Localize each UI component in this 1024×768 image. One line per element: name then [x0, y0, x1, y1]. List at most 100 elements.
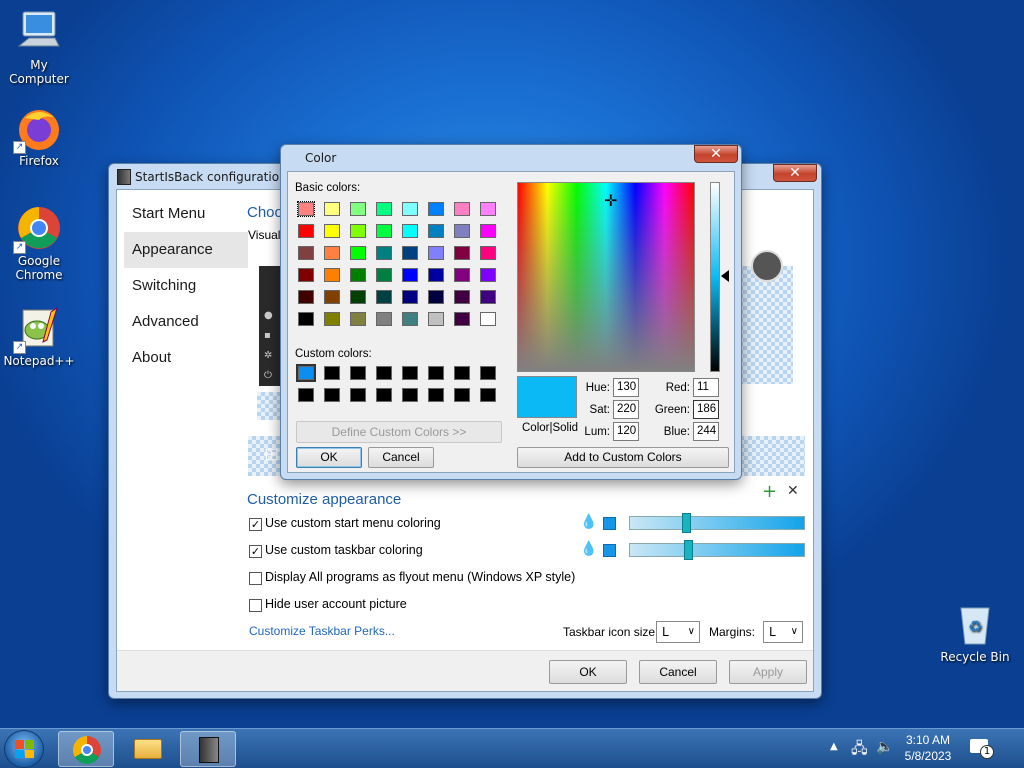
start-button[interactable] — [4, 730, 44, 768]
my-computer-desktop-icon[interactable]: My Computer — [0, 8, 78, 86]
basic-color-swatch[interactable] — [454, 224, 470, 238]
notepadpp-desktop-icon[interactable]: ↗ Notepad++ — [0, 304, 78, 368]
clock[interactable]: 3:10 AM 5/8/2023 — [900, 732, 956, 764]
basic-color-swatch[interactable] — [428, 202, 444, 216]
slider-thumb[interactable] — [682, 513, 691, 533]
basic-color-swatch[interactable] — [454, 268, 470, 282]
basic-color-swatch[interactable] — [376, 268, 392, 282]
close-button[interactable]: ✕ — [694, 145, 738, 163]
basic-color-swatch[interactable] — [428, 224, 444, 238]
sat-input[interactable]: 220 — [613, 400, 639, 419]
basic-color-swatch[interactable] — [480, 246, 496, 260]
basic-color-swatch[interactable] — [402, 268, 418, 282]
custom-color-swatch[interactable] — [454, 366, 470, 380]
close-icon[interactable]: ✕ — [787, 483, 799, 499]
basic-color-swatch[interactable] — [324, 312, 340, 326]
customize-perks-link[interactable]: Customize Taskbar Perks... — [249, 624, 395, 638]
icon-size-select[interactable]: L ∨ — [656, 621, 700, 643]
color-spectrum[interactable]: ✛ — [517, 182, 695, 372]
transparency-drop-icon[interactable]: 💧 — [580, 514, 597, 530]
style-preview-checkered[interactable] — [739, 266, 793, 384]
basic-color-swatch[interactable] — [298, 312, 314, 326]
basic-color-swatch[interactable] — [402, 312, 418, 326]
basic-color-swatch[interactable] — [480, 312, 496, 326]
ok-button[interactable]: OK — [296, 447, 362, 468]
show-hidden-icons-button[interactable]: ▲ — [830, 741, 838, 752]
start-menu-color-swatch[interactable] — [603, 517, 616, 530]
blue-input[interactable]: 244 — [693, 422, 719, 441]
custom-color-swatch[interactable] — [428, 388, 444, 402]
basic-color-swatch[interactable] — [480, 202, 496, 216]
nav-start-menu[interactable]: Start Menu — [124, 196, 248, 232]
chrome-desktop-icon[interactable]: ↗ Google Chrome — [0, 204, 78, 282]
custom-color-swatch[interactable] — [350, 388, 366, 402]
custom-color-swatch[interactable] — [480, 366, 496, 380]
close-button[interactable]: ✕ — [773, 164, 817, 182]
red-input[interactable]: 11 — [693, 378, 719, 397]
basic-color-swatch[interactable] — [324, 224, 340, 238]
start-menu-coloring-checkbox[interactable]: ✓ — [249, 518, 262, 531]
volume-icon[interactable]: 🔈 — [876, 739, 893, 755]
basic-color-swatch[interactable] — [350, 290, 366, 304]
custom-color-swatch[interactable] — [296, 364, 316, 382]
custom-color-swatch[interactable] — [402, 366, 418, 380]
basic-color-swatch[interactable] — [350, 268, 366, 282]
recycle-bin-desktop-icon[interactable]: ♻ Recycle Bin — [936, 600, 1014, 664]
start-menu-opacity-slider[interactable] — [629, 513, 805, 533]
basic-color-swatch[interactable] — [428, 268, 444, 282]
custom-color-swatch[interactable] — [402, 388, 418, 402]
luminance-bar[interactable] — [710, 182, 720, 372]
style-preview-dark[interactable]: ● ▪ ✲ ⏻ — [259, 266, 281, 386]
notification-center-button[interactable]: 1 — [970, 737, 994, 759]
basic-color-swatch[interactable] — [376, 224, 392, 238]
taskbar-startisback-button[interactable] — [180, 731, 236, 767]
taskbar-coloring-checkbox[interactable]: ✓ — [249, 545, 262, 558]
taskbar-color-swatch[interactable] — [603, 544, 616, 557]
custom-color-swatch[interactable] — [324, 388, 340, 402]
firefox-desktop-icon[interactable]: ↗ Firefox — [0, 104, 78, 168]
nav-advanced[interactable]: Advanced — [124, 304, 248, 340]
custom-color-swatch[interactable] — [428, 366, 444, 380]
basic-color-swatch[interactable] — [324, 268, 340, 282]
network-icon[interactable]: 🖧 — [851, 738, 868, 763]
basic-color-swatch[interactable] — [376, 312, 392, 326]
ok-button[interactable]: OK — [549, 660, 627, 684]
basic-color-swatch[interactable] — [298, 246, 314, 260]
basic-color-swatch[interactable] — [428, 312, 444, 326]
basic-color-swatch[interactable] — [376, 202, 392, 216]
basic-color-swatch[interactable] — [428, 290, 444, 304]
custom-color-swatch[interactable] — [350, 366, 366, 380]
hue-input[interactable]: 130 — [613, 378, 639, 397]
transparency-drop-icon[interactable]: 💧 — [580, 541, 597, 557]
margins-select[interactable]: L ∨ — [763, 621, 803, 643]
basic-color-swatch[interactable] — [480, 290, 496, 304]
apply-button[interactable]: Apply — [729, 660, 807, 684]
add-icon[interactable]: + — [762, 481, 777, 502]
custom-color-swatch[interactable] — [376, 388, 392, 402]
custom-color-swatch[interactable] — [376, 366, 392, 380]
taskbar-opacity-slider[interactable] — [629, 540, 805, 560]
cancel-button[interactable]: Cancel — [368, 447, 434, 468]
basic-color-swatch[interactable] — [454, 202, 470, 216]
basic-color-swatch[interactable] — [428, 246, 444, 260]
basic-color-swatch[interactable] — [454, 290, 470, 304]
basic-color-swatch[interactable] — [297, 201, 315, 217]
basic-color-swatch[interactable] — [324, 202, 340, 216]
define-custom-colors-button[interactable]: Define Custom Colors >> — [296, 421, 502, 443]
basic-color-swatch[interactable] — [324, 246, 340, 260]
nav-switching[interactable]: Switching — [124, 268, 248, 304]
custom-color-swatch[interactable] — [480, 388, 496, 402]
basic-color-swatch[interactable] — [298, 224, 314, 238]
add-to-custom-colors-button[interactable]: Add to Custom Colors — [517, 447, 729, 468]
lum-input[interactable]: 120 — [613, 422, 639, 441]
custom-color-swatch[interactable] — [298, 388, 314, 402]
basic-color-swatch[interactable] — [298, 268, 314, 282]
custom-color-swatch[interactable] — [454, 388, 470, 402]
basic-color-swatch[interactable] — [402, 290, 418, 304]
basic-color-swatch[interactable] — [402, 224, 418, 238]
hide-account-picture-checkbox[interactable] — [249, 599, 262, 612]
basic-color-swatch[interactable] — [480, 224, 496, 238]
taskbar-explorer-button[interactable] — [120, 731, 176, 767]
cancel-button[interactable]: Cancel — [639, 660, 717, 684]
basic-color-swatch[interactable] — [376, 290, 392, 304]
